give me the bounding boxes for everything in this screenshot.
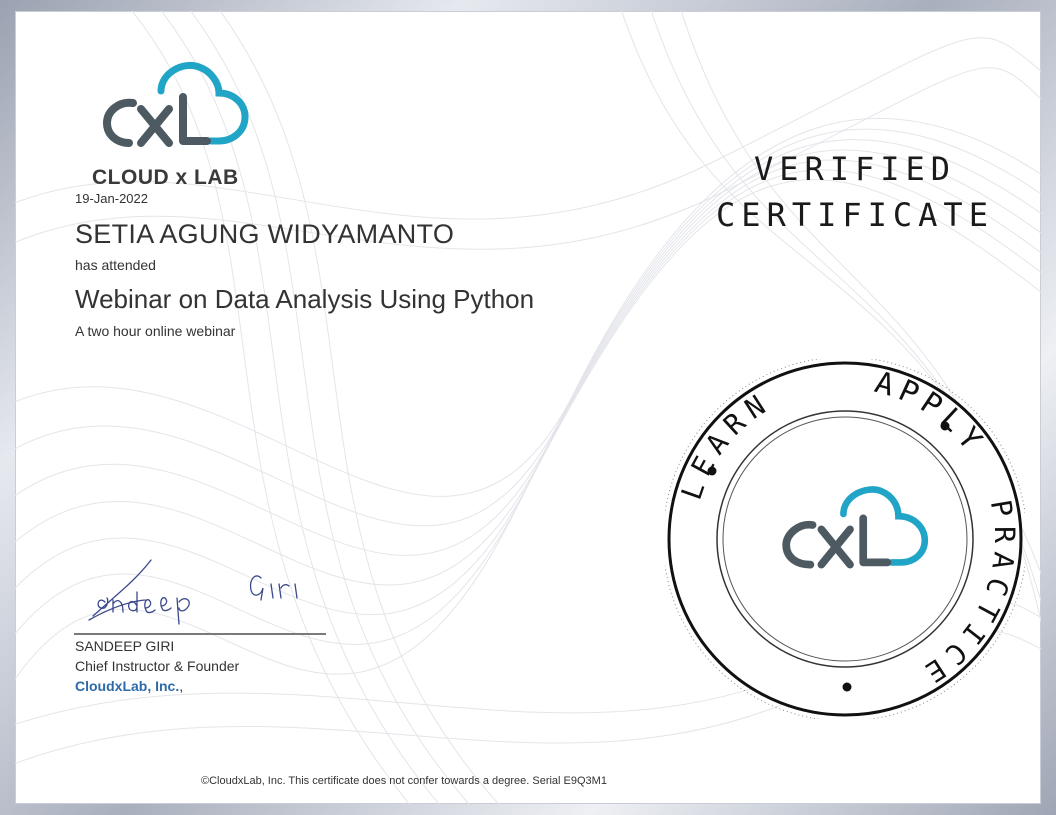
certificate-frame: CLOUD x LAB 19-Jan-2022 SETIA AGUNG WIDY… [0, 0, 1056, 815]
recipient-name: SETIA AGUNG WIDYAMANTO [75, 219, 455, 249]
footer-disclaimer: ©CloudxLab, Inc. This certificate does n… [201, 775, 607, 787]
verified-line-1: VERIFIED [753, 150, 957, 188]
signatory-title: Chief Instructor & Founder [75, 658, 240, 674]
issue-date: 19-Jan-2022 [75, 191, 148, 206]
course-description: A two hour online webinar [75, 323, 236, 339]
signatory-organization: CloudxLab, Inc., [75, 678, 183, 694]
organization-suffix: , [179, 678, 184, 694]
course-title: Webinar on Data Analysis Using Python [75, 284, 535, 314]
verified-certificate-heading: VERIFIED CERTIFICATE [705, 146, 1005, 238]
cloudxlab-logo-icon [102, 62, 249, 147]
signature-line [74, 633, 326, 635]
certificate-sheet: CLOUD x LAB 19-Jan-2022 SETIA AGUNG WIDY… [15, 11, 1041, 804]
organization-link[interactable]: CloudxLab, Inc. [75, 678, 179, 694]
learn-apply-practice-seal: APPLY PRACTICE LEARN [665, 359, 1025, 719]
verified-line-2: CERTIFICATE [716, 196, 994, 234]
attended-label: has attended [75, 257, 156, 273]
brand-name: CLOUD x LAB [92, 166, 239, 189]
signatory-name: SANDEEP GIRI [75, 638, 175, 654]
handwritten-signature [88, 559, 298, 625]
